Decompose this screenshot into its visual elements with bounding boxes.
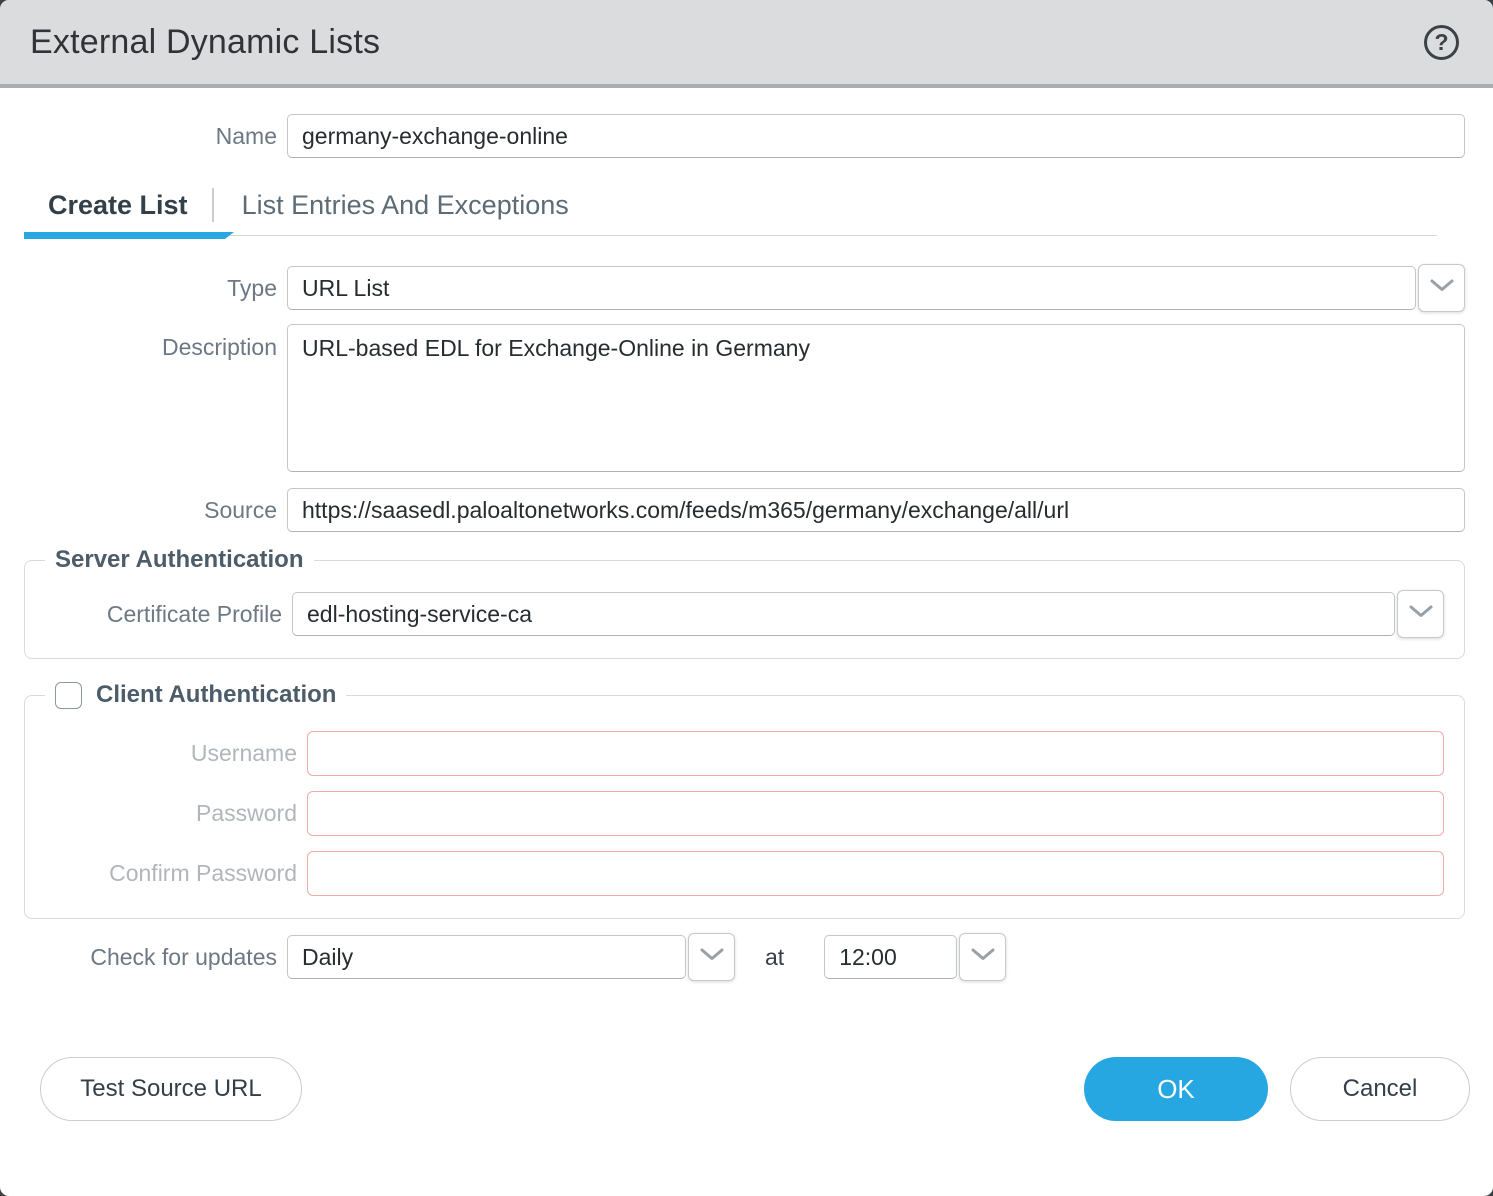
source-row: Source [0, 488, 1465, 532]
client-authentication-checkbox[interactable] [55, 682, 82, 709]
update-time-select-value[interactable] [824, 935, 957, 979]
update-time-select [824, 935, 1006, 979]
username-label: Username [25, 740, 297, 767]
username-input[interactable] [307, 731, 1444, 776]
chevron-down-icon [1430, 279, 1454, 297]
check-for-updates-label: Check for updates [0, 944, 277, 971]
tab-bar: Create List List Entries And Exceptions [24, 188, 1437, 236]
external-dynamic-lists-dialog: External Dynamic Lists ? Name Create Lis… [0, 0, 1493, 1196]
username-row: Username [25, 731, 1444, 776]
name-label: Name [0, 123, 277, 150]
confirm-password-row: Confirm Password [25, 851, 1444, 896]
description-row: Description URL-based EDL for Exchange-O… [0, 324, 1465, 472]
chevron-down-icon [1409, 605, 1433, 623]
active-tab-indicator [24, 232, 234, 239]
client-authentication-legend: Client Authentication [45, 681, 346, 709]
cancel-button[interactable]: Cancel [1290, 1057, 1470, 1121]
client-authentication-section: Client Authentication Username Password … [24, 681, 1465, 919]
password-row: Password [25, 791, 1444, 836]
tab-create-list[interactable]: Create List [24, 190, 212, 221]
certificate-profile-dropdown-button[interactable] [1397, 590, 1444, 638]
description-textarea[interactable]: URL-based EDL for Exchange-Online in Ger… [287, 324, 1465, 472]
client-authentication-title: Client Authentication [96, 681, 336, 709]
dialog-header: External Dynamic Lists ? [0, 0, 1493, 88]
certificate-profile-label: Certificate Profile [25, 601, 282, 628]
name-input[interactable] [287, 114, 1465, 158]
certificate-profile-select [292, 592, 1444, 636]
help-icon[interactable]: ? [1424, 25, 1459, 60]
name-row: Name [0, 114, 1465, 158]
server-authentication-legend: Server Authentication [45, 546, 314, 574]
tab-baseline [24, 235, 1437, 236]
description-label: Description [0, 324, 277, 361]
server-authentication-section: Server Authentication Certificate Profil… [24, 546, 1465, 659]
certificate-profile-row: Certificate Profile [25, 592, 1444, 636]
update-frequency-select [287, 935, 735, 979]
type-row: Type [0, 266, 1465, 310]
source-label: Source [0, 497, 277, 524]
certificate-profile-select-value[interactable] [292, 592, 1395, 636]
password-input[interactable] [307, 791, 1444, 836]
check-for-updates-row: Check for updates at [0, 935, 1465, 979]
type-label: Type [0, 275, 277, 302]
chevron-down-icon [971, 948, 995, 966]
source-input[interactable] [287, 488, 1465, 532]
password-label: Password [25, 800, 297, 827]
test-source-url-button[interactable]: Test Source URL [40, 1057, 302, 1121]
confirm-password-label: Confirm Password [25, 860, 297, 887]
ok-button[interactable]: OK [1084, 1057, 1268, 1121]
update-time-dropdown-button[interactable] [959, 933, 1006, 981]
type-select-dropdown-button[interactable] [1418, 264, 1465, 312]
chevron-down-icon [700, 948, 724, 966]
dialog-footer: Test Source URL OK Cancel [0, 1057, 1493, 1121]
dialog-title: External Dynamic Lists [30, 23, 380, 62]
tab-list-entries-and-exceptions[interactable]: List Entries And Exceptions [214, 190, 597, 221]
type-select [287, 266, 1465, 310]
type-select-value[interactable] [287, 266, 1416, 310]
at-label: at [765, 944, 784, 971]
update-frequency-select-value[interactable] [287, 935, 686, 979]
confirm-password-input[interactable] [307, 851, 1444, 896]
server-authentication-title: Server Authentication [55, 546, 304, 574]
update-frequency-dropdown-button[interactable] [688, 933, 735, 981]
